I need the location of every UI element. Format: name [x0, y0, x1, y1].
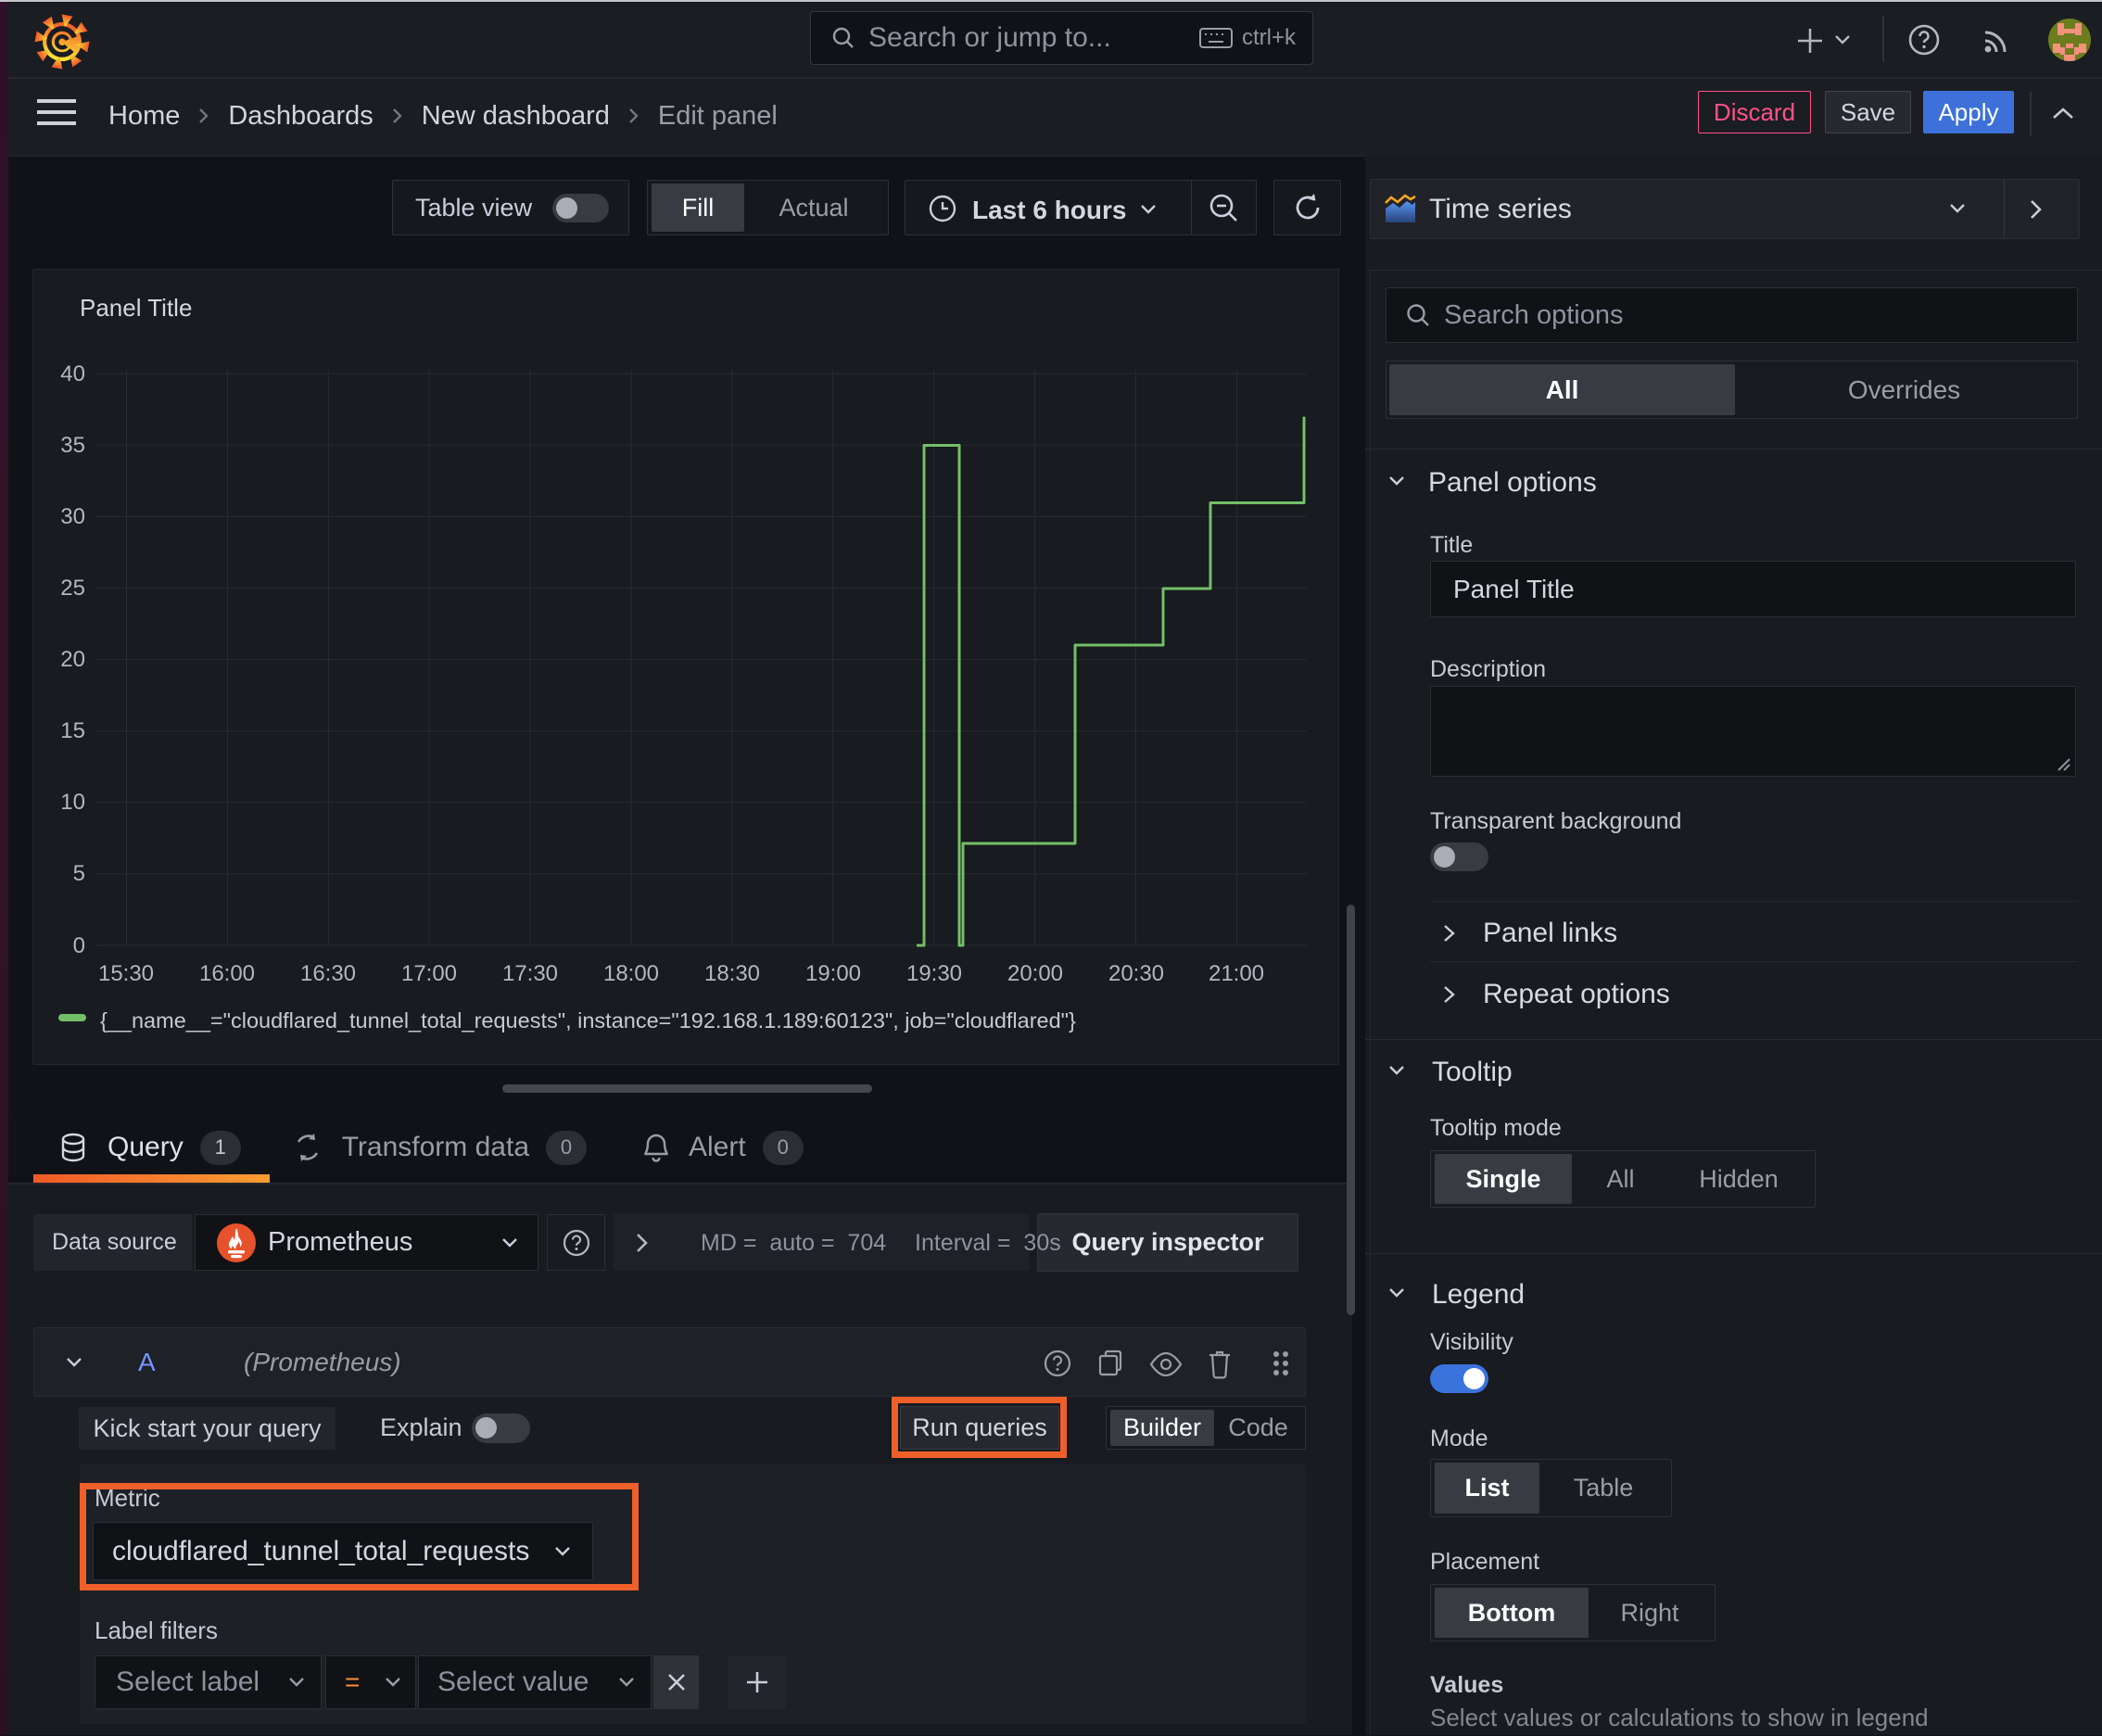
svg-text:40: 40: [60, 361, 85, 386]
svg-text:0: 0: [73, 933, 85, 958]
svg-text:20:00: 20:00: [1007, 961, 1063, 986]
svg-text:16:00: 16:00: [199, 961, 255, 986]
svg-text:15:30: 15:30: [98, 961, 154, 986]
svg-text:17:00: 17:00: [401, 961, 457, 986]
svg-text:20:30: 20:30: [1108, 961, 1164, 986]
svg-text:5: 5: [73, 861, 85, 886]
svg-text:17:30: 17:30: [502, 961, 558, 986]
svg-text:18:30: 18:30: [704, 961, 760, 986]
svg-text:20: 20: [60, 647, 85, 672]
svg-text:21:00: 21:00: [1209, 961, 1264, 986]
svg-text:19:30: 19:30: [906, 961, 962, 986]
svg-text:25: 25: [60, 576, 85, 601]
svg-text:30: 30: [60, 504, 85, 529]
svg-text:{__name__="cloudflared_tunnel_: {__name__="cloudflared_tunnel_total_requ…: [100, 1008, 1076, 1033]
svg-text:15: 15: [60, 718, 85, 743]
svg-text:16:30: 16:30: [300, 961, 356, 986]
svg-text:18:00: 18:00: [603, 961, 659, 986]
svg-text:35: 35: [60, 433, 85, 458]
svg-text:19:00: 19:00: [805, 961, 861, 986]
svg-text:10: 10: [60, 790, 85, 815]
